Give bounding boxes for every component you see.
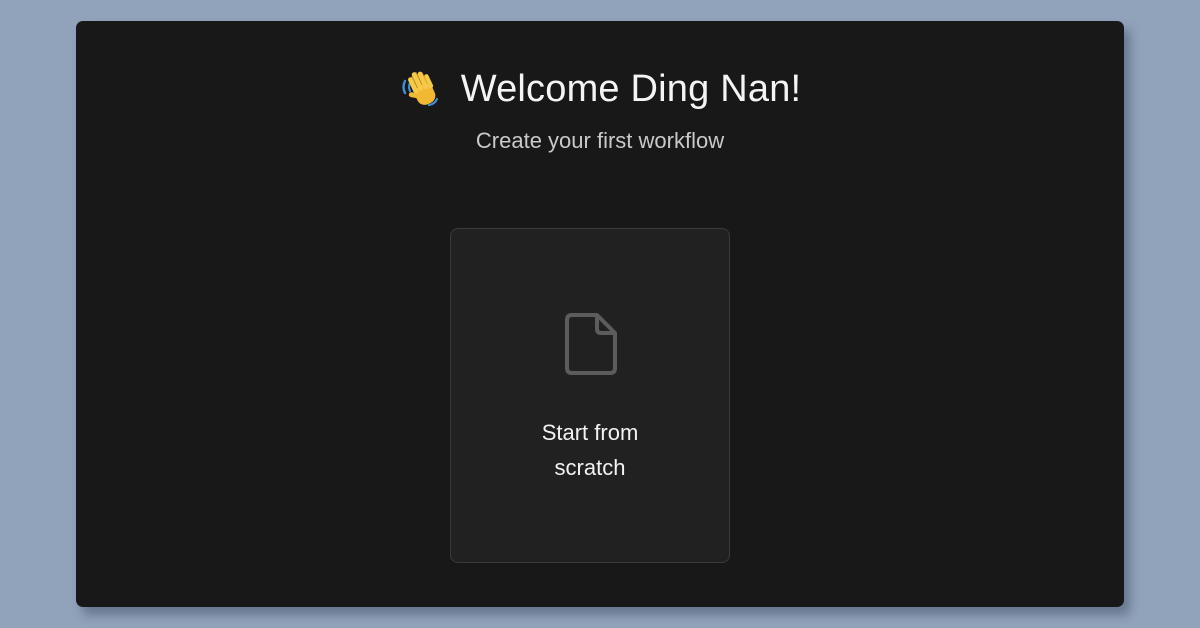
waving-hand-icon bbox=[399, 67, 443, 111]
start-from-scratch-label: Start from scratch bbox=[541, 420, 639, 480]
welcome-header: Welcome Ding Nan! bbox=[76, 65, 1124, 113]
document-icon bbox=[564, 312, 618, 376]
start-from-scratch-card[interactable]: Start from scratch bbox=[450, 228, 730, 563]
page-subtitle: Create your first workflow bbox=[475, 128, 725, 153]
welcome-window: Welcome Ding Nan! Create your first work… bbox=[76, 21, 1124, 607]
page-title: Welcome Ding Nan! bbox=[460, 68, 802, 110]
